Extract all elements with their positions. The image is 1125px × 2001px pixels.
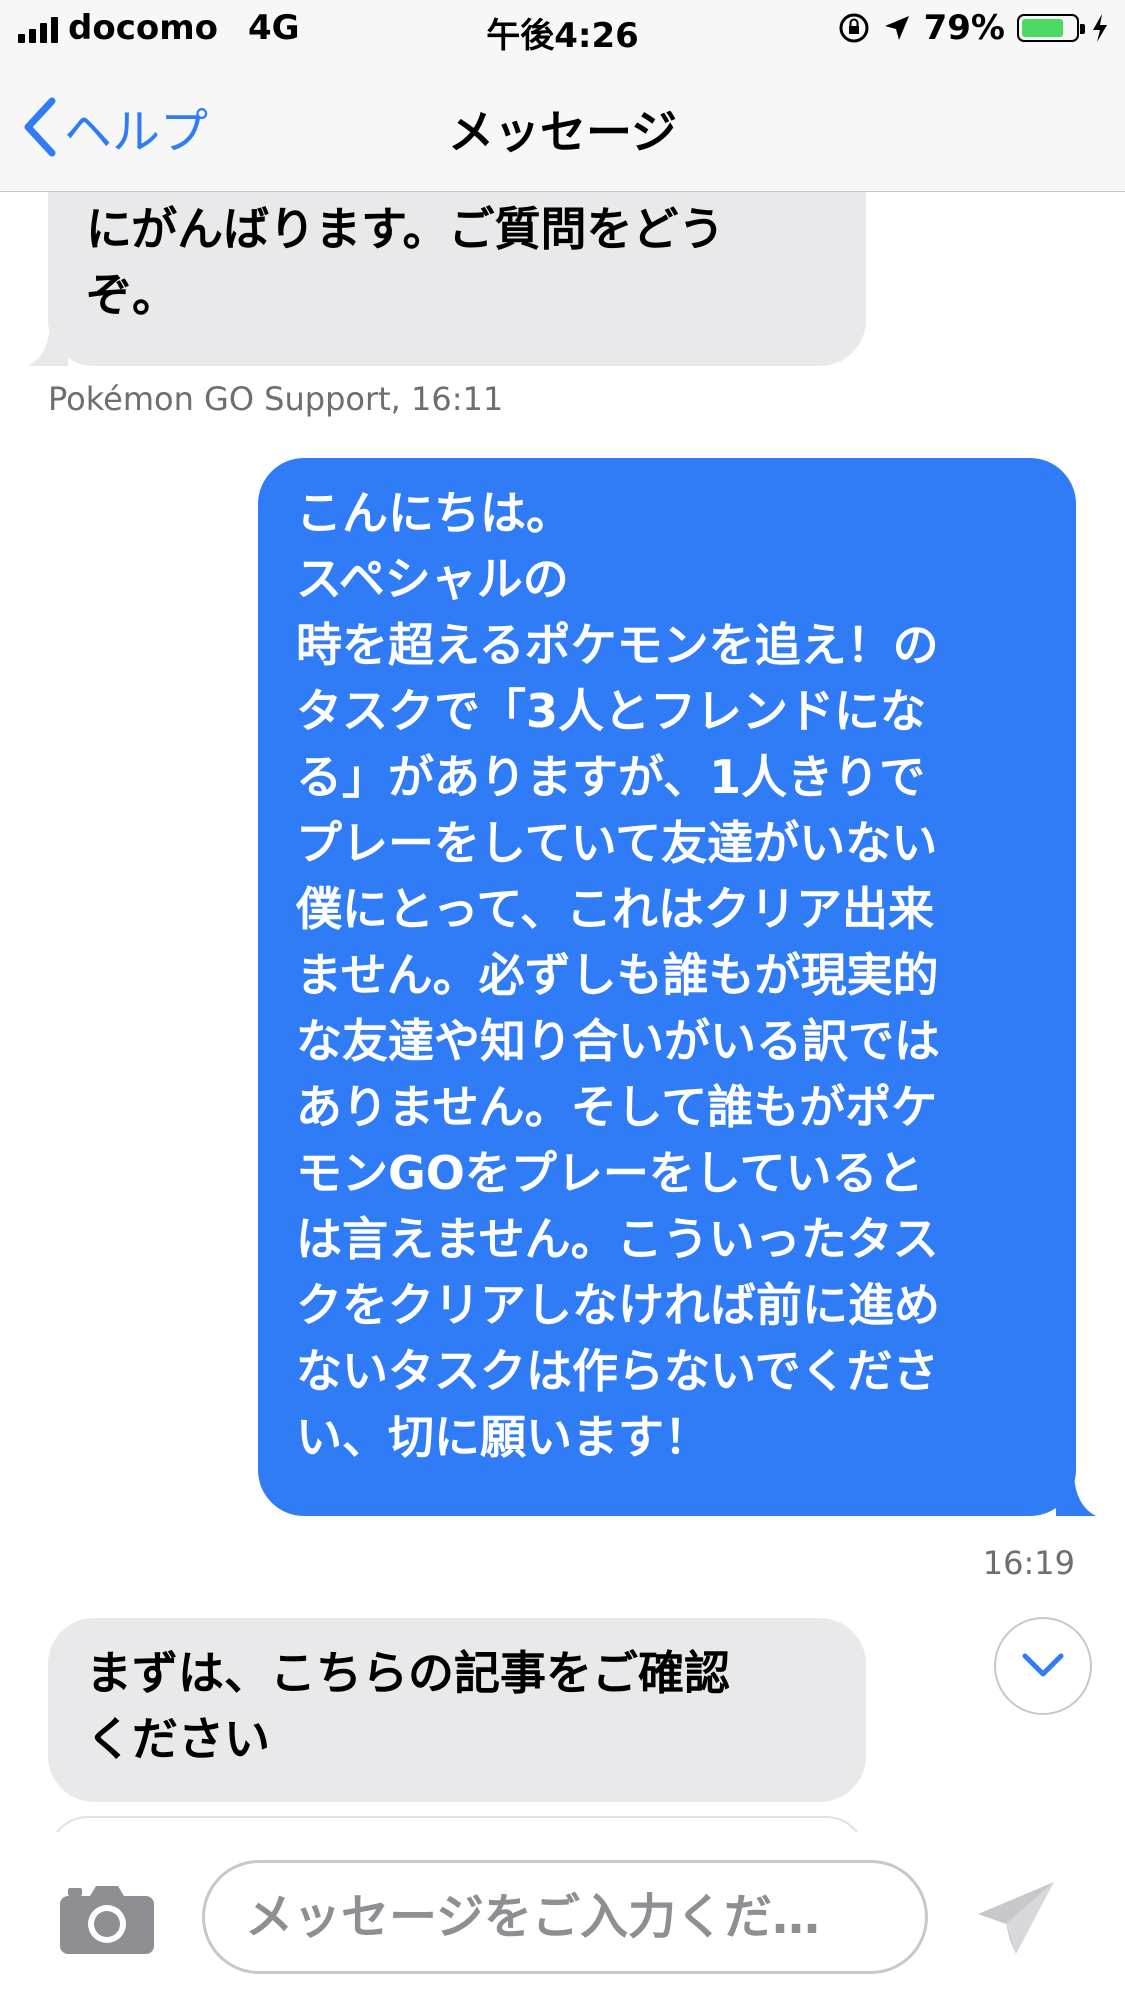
message-line: モンGOをプレーをしていると — [296, 1146, 924, 1200]
message-line: い、切に願います！ — [296, 1410, 710, 1464]
bolt-icon — [1093, 14, 1107, 42]
message-line: は言えません。こういったタス — [296, 1212, 939, 1266]
bubble-tail — [1056, 1476, 1096, 1516]
scroll-down-button[interactable] — [994, 1617, 1092, 1715]
message-line: こんにちは。 — [296, 486, 572, 540]
message-timestamp: 16:19 — [982, 1544, 1075, 1582]
message-line: ぞ。 — [86, 268, 178, 322]
camera-button[interactable] — [60, 1884, 154, 1958]
incoming-message-bubble: まずは、こちらの記事をご確認 ください — [48, 1618, 866, 1802]
message-line: ありません。そして誰もがポケ — [296, 1080, 938, 1134]
message-line: ません。必ずしも誰もが現実的 — [296, 948, 939, 1002]
navigation-bar: ヘルプ メッセージ — [0, 62, 1125, 192]
incoming-message-bubble: にがんばります。ご質問をどう ぞ。 — [48, 192, 866, 366]
message-input[interactable] — [205, 1863, 925, 1971]
battery-level-fill — [1022, 19, 1063, 37]
message-line: まずは、こちらの記事をご確認 — [86, 1646, 730, 1700]
status-right: 79% — [838, 8, 1109, 48]
message-line: プレーをしていて友達がいない — [296, 816, 938, 870]
bubble-tail — [28, 326, 68, 366]
message-line: スペシャルの — [296, 552, 569, 606]
message-line: ないタスクは作らないでくださ — [296, 1344, 939, 1398]
message-line: る」がありますが、1人きりで — [296, 750, 926, 804]
message-line: な友達や知り合いがいる訳では — [296, 1014, 940, 1068]
message-input-bar — [0, 1832, 1125, 2001]
status-bar: docomo 4G 午後4:26 79% — [0, 0, 1125, 62]
send-button[interactable] — [976, 1880, 1056, 1960]
message-line: 時を超えるポケモンを追え！の — [296, 618, 939, 672]
message-line: タスクで「3人とフレンドにな — [296, 684, 927, 738]
camera-icon — [60, 1886, 154, 1954]
conversation-area[interactable]: にがんばります。ご質問をどう ぞ。 Pokémon GO Support, 16… — [0, 192, 1125, 1832]
rotation-lock-icon — [839, 13, 869, 43]
sender-timestamp: Pokémon GO Support, 16:11 — [48, 380, 504, 418]
message-line: クをクリアしなければ前に進め — [296, 1278, 940, 1332]
link-preview-card[interactable] — [48, 1816, 866, 1832]
send-icon — [978, 1882, 1054, 1954]
battery-percent: 79% — [923, 8, 1005, 48]
message-input-field[interactable] — [202, 1860, 928, 1974]
message-line: にがんばります。ご質問をどう — [86, 202, 725, 256]
page-title: メッセージ — [447, 105, 678, 159]
message-line: ください — [86, 1712, 270, 1766]
battery-icon — [1017, 14, 1085, 42]
chevron-down-icon — [1022, 1653, 1064, 1677]
location-arrow-icon — [884, 16, 909, 40]
outgoing-message-bubble: こんにちは。 スペシャルの 時を超えるポケモンを追え！の タスクで「3人とフレン… — [258, 458, 1076, 1516]
message-line: 僕にとって、これはクリア出来 — [296, 882, 935, 936]
